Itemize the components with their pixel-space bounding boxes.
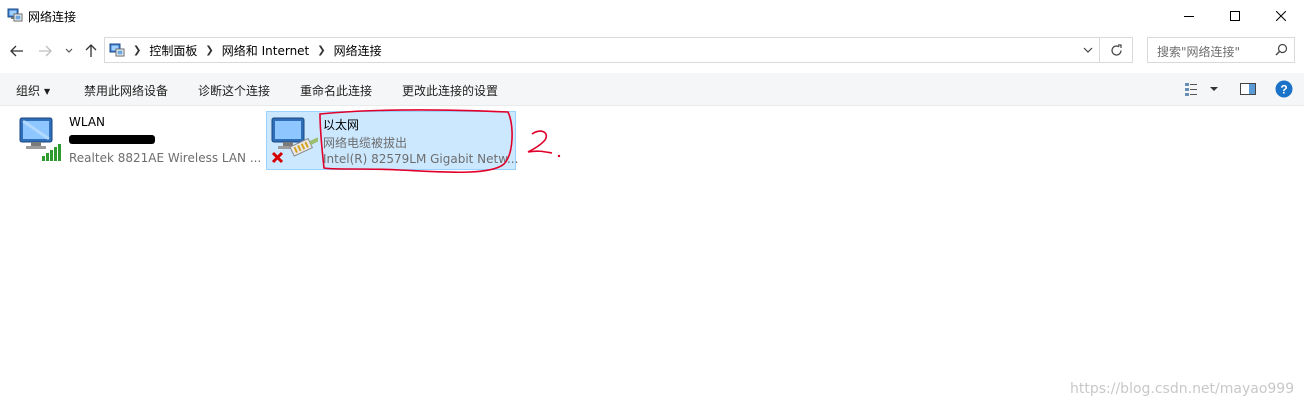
chevron-right-icon[interactable]: ❯ — [317, 45, 325, 56]
arrow-up-icon — [85, 44, 97, 57]
redacted-status — [69, 135, 155, 144]
network-connections-icon — [7, 7, 23, 23]
search-input[interactable]: 搜索"网络连接" — [1147, 37, 1295, 63]
address-history-button[interactable] — [1077, 38, 1099, 62]
arrow-left-icon — [10, 45, 23, 57]
chevron-right-icon[interactable]: ❯ — [133, 45, 141, 56]
diagnose-button[interactable]: 诊断这个连接 — [198, 82, 270, 99]
recent-locations-button[interactable] — [62, 37, 76, 65]
view-details-icon — [1185, 83, 1218, 96]
change-view-button[interactable] — [1184, 81, 1220, 100]
caret-down-icon: ▼ — [44, 87, 51, 96]
breadcrumb-network-connections[interactable]: 网络连接 — [334, 42, 382, 59]
chevron-down-icon — [1083, 47, 1093, 53]
minimize-button[interactable] — [1166, 0, 1212, 32]
connection-name: WLAN — [69, 115, 106, 129]
wireless-network-icon — [16, 114, 66, 167]
connection-item-wlan[interactable]: WLAN Realtek 8821AE Wireless LAN ... — [14, 112, 262, 168]
chevron-right-icon[interactable]: ❯ — [205, 45, 213, 56]
control-panel-icon — [109, 42, 125, 58]
red-annotation-circle — [319, 109, 561, 174]
help-icon: ? — [1275, 80, 1293, 98]
maximize-icon — [1230, 11, 1240, 21]
breadcrumb: ❯ 控制面板 ❯ 网络和 Internet ❯ 网络连接 — [105, 38, 382, 62]
search-icon[interactable] — [1275, 43, 1288, 59]
refresh-icon — [1110, 43, 1122, 56]
up-button[interactable] — [82, 37, 100, 65]
change-settings-button[interactable]: 更改此连接的设置 — [402, 82, 498, 99]
back-button[interactable] — [6, 37, 28, 65]
adapter-name: Realtek 8821AE Wireless LAN ... — [69, 151, 262, 165]
close-icon — [1276, 11, 1286, 21]
address-bar[interactable]: ❯ 控制面板 ❯ 网络和 Internet ❯ 网络连接 — [104, 37, 1100, 63]
arrow-right-icon — [39, 45, 52, 57]
close-button[interactable] — [1258, 0, 1304, 32]
command-bar: 组织 ▼ 禁用此网络设备 诊断这个连接 重命名此连接 更改此连接的设置 ? — [0, 73, 1304, 106]
help-button[interactable]: ? — [1275, 80, 1293, 101]
refresh-button[interactable] — [1100, 37, 1133, 63]
chevron-down-icon — [65, 48, 73, 53]
rename-button[interactable]: 重命名此连接 — [300, 82, 372, 99]
organize-button[interactable]: 组织 ▼ — [16, 82, 50, 99]
breadcrumb-control-panel[interactable]: 控制面板 — [149, 42, 197, 59]
search-placeholder: 搜索"网络连接" — [1157, 45, 1241, 59]
disable-device-button[interactable]: 禁用此网络设备 — [84, 82, 168, 99]
forward-button[interactable] — [34, 37, 56, 65]
window-title: 网络连接 — [28, 10, 77, 24]
maximize-button[interactable] — [1212, 0, 1258, 32]
watermark: https://blog.csdn.net/mayao999 — [1070, 381, 1295, 397]
breadcrumb-network-internet[interactable]: 网络和 Internet — [222, 42, 309, 59]
preview-pane-button[interactable] — [1239, 81, 1257, 100]
title-bar: 网络连接 — [0, 0, 1304, 32]
preview-pane-icon — [1240, 83, 1256, 95]
organize-label: 组织 — [16, 84, 41, 98]
minimize-icon — [1184, 16, 1194, 17]
svg-text:?: ? — [1280, 83, 1287, 97]
